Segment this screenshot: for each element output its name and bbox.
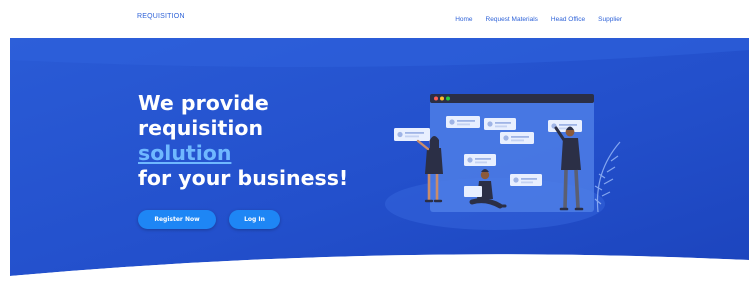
headline-line-4: for your business! bbox=[138, 166, 349, 190]
headline-accent-link: solution bbox=[138, 141, 232, 165]
profile-card-5 bbox=[464, 154, 496, 166]
held-card-left bbox=[394, 128, 430, 141]
nav-home[interactable]: Home bbox=[455, 16, 472, 23]
hero-headline: We provide requisition solution for your… bbox=[138, 91, 348, 191]
browser-titlebar bbox=[430, 94, 594, 103]
profile-card-3 bbox=[500, 132, 534, 144]
profile-card-2 bbox=[484, 118, 516, 130]
nav-supplier[interactable]: Supplier bbox=[598, 16, 622, 23]
nav-head-office[interactable]: Head Office bbox=[551, 16, 585, 23]
window-minimize-dot bbox=[440, 96, 444, 101]
team-collaboration-illustration bbox=[385, 94, 621, 230]
window-maximize-dot bbox=[446, 96, 450, 101]
profile-card-6 bbox=[510, 174, 542, 186]
register-now-button[interactable]: Register Now bbox=[138, 210, 216, 229]
page: REQUISITION Home Request Materials Head … bbox=[0, 0, 749, 305]
brand-logo-link[interactable]: REQUISITION bbox=[137, 13, 185, 20]
window-close-dot bbox=[434, 96, 438, 101]
headline-line-1: We provide bbox=[138, 91, 269, 115]
main-nav: Home Request Materials Head Office Suppl… bbox=[455, 16, 622, 23]
profile-card-4 bbox=[548, 120, 582, 132]
site-header: REQUISITION Home Request Materials Head … bbox=[0, 0, 749, 38]
nav-request-materials[interactable]: Request Materials bbox=[486, 16, 538, 23]
leaf-decoration bbox=[594, 141, 621, 213]
log-in-button[interactable]: Log In bbox=[229, 210, 280, 229]
profile-card-1 bbox=[446, 116, 480, 128]
headline-line-2: requisition bbox=[138, 116, 264, 140]
hero-section: We provide requisition solution for your… bbox=[10, 38, 749, 305]
